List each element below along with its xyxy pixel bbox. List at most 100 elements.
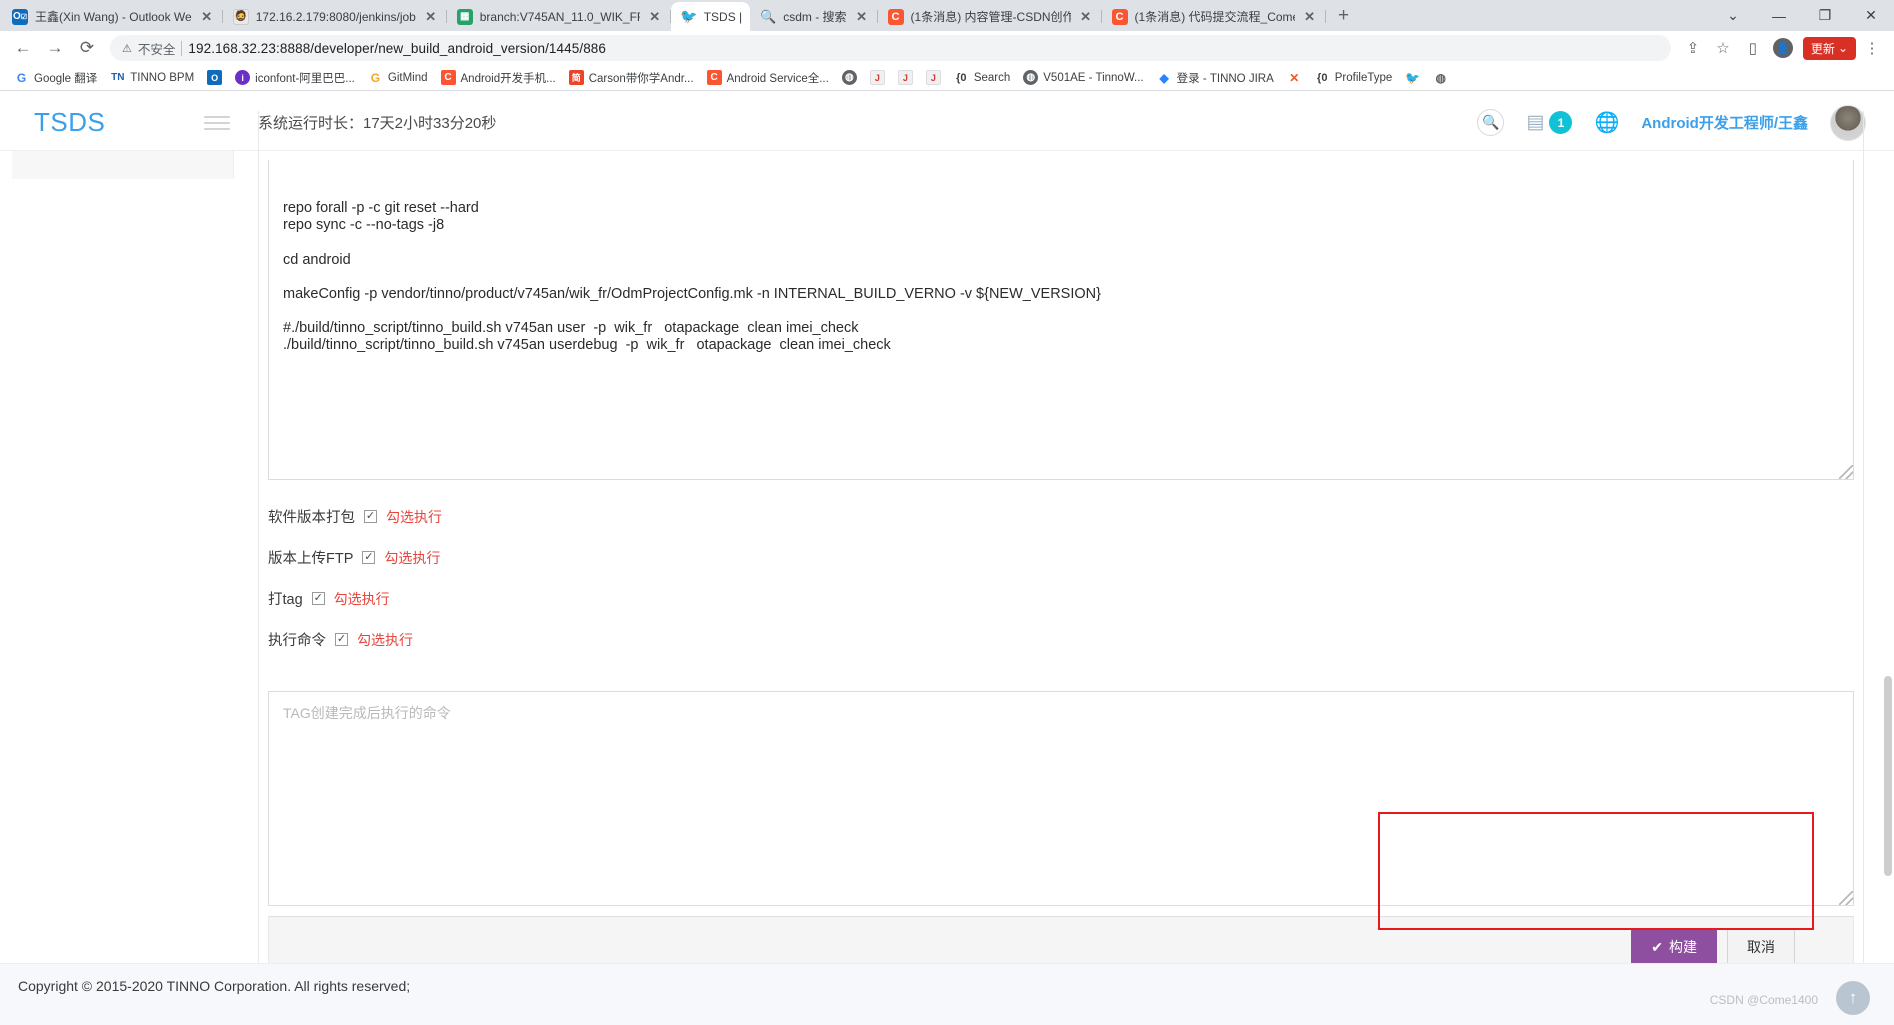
browser-tab-3-active[interactable]: 🐦 TSDS | [670, 2, 751, 31]
close-icon[interactable]: ✕ [854, 9, 870, 25]
jenkins-icon: 🧔 [232, 8, 249, 25]
tab-title: (1条消息) 内容管理-CSDN创作 [910, 10, 1071, 24]
avatar[interactable] [1830, 104, 1866, 141]
search-icon: 🔍 [760, 8, 777, 24]
user-name-label[interactable]: Android开发工程师/王鑫 [1641, 112, 1808, 133]
bookmark-item[interactable]: G GitMind [362, 68, 434, 87]
close-icon[interactable]: ✕ [1078, 9, 1094, 25]
bookmark-item[interactable]: {0 ProfileType [1309, 68, 1399, 87]
tab-list-icon[interactable]: ⌄ [1710, 0, 1756, 31]
build-option-checkbox[interactable]: ✓ [362, 551, 376, 564]
build-script-textarea[interactable]: repo forall -p -c git reset --hard repo … [268, 160, 1854, 480]
share-icon[interactable]: ⇪ [1679, 34, 1707, 62]
build-button-label: 构建 [1669, 939, 1697, 955]
close-window-button[interactable]: ✕ [1848, 0, 1894, 31]
arrow-up-icon[interactable]: ↑ [1836, 981, 1870, 1015]
browser-tab-0[interactable]: O ☑ 王鑫(Xin Wang) - Outlook We ✕ [2, 2, 223, 31]
build-button[interactable]: ✔ 构建 [1631, 928, 1717, 966]
forward-icon[interactable]: → [40, 33, 70, 63]
browser-tab-2[interactable]: ▦ branch:V745AN_11.0_WIK_FR ✕ [447, 2, 671, 31]
notifications-group[interactable]: ▤ 1 [1526, 111, 1573, 134]
build-option-label: 软件版本打包 [268, 510, 355, 526]
kebab-menu-icon[interactable]: ⋮ [1858, 34, 1886, 62]
star-icon[interactable]: ☆ [1709, 34, 1737, 62]
bookmark-item[interactable]: ◍ [836, 68, 863, 87]
browser-tab-6[interactable]: C (1条消息) 代码提交流程_Come ✕ [1102, 2, 1326, 31]
search-icon[interactable]: 🔍 [1477, 109, 1505, 136]
build-option-checkbox[interactable]: ✓ [311, 592, 325, 605]
bookmark-item[interactable]: ✕ [1281, 68, 1308, 87]
calendar-icon[interactable]: ▤ [1526, 111, 1544, 134]
minimize-button[interactable]: — [1756, 0, 1802, 31]
bookmark-item[interactable]: ◆ 登录 - TINNO JIRA [1151, 68, 1280, 88]
sourcegraph-icon: {0 [953, 70, 969, 85]
tab-title: csdm - 搜索 [783, 10, 847, 24]
bookmark-item[interactable]: TN TINNO BPM [104, 68, 200, 87]
page-footer: Copyright © 2015-2020 TINNO Corporation.… [0, 963, 1894, 1025]
globe-icon: ◍ [1023, 70, 1039, 85]
bookmark-item[interactable]: {0 Search [948, 68, 1016, 87]
globe-icon[interactable]: 🌐 [1594, 110, 1619, 135]
resize-handle[interactable] [1839, 891, 1853, 905]
reload-icon[interactable]: ⟳ [72, 33, 102, 63]
browser-tab-1[interactable]: 🧔 172.16.2.179:8080/jenkins/job ✕ [223, 2, 447, 31]
browser-tab-4[interactable]: 🔍 csdm - 搜索 ✕ [750, 2, 878, 31]
resize-handle[interactable] [1839, 465, 1853, 479]
scrollbar-track[interactable] [1882, 246, 1894, 1025]
bookmark-item[interactable]: J [920, 68, 947, 87]
bookmark-item[interactable]: G Google 翻译 [8, 68, 103, 88]
bookmark-label: Google 翻译 [34, 72, 98, 85]
twitter-icon: 🐦 [680, 8, 697, 25]
command-placeholder: TAG创建完成后执行的命令 [283, 705, 451, 721]
sidebar-panel [12, 151, 234, 179]
bookmark-item[interactable]: i iconfont-阿里巴巴... [229, 68, 361, 88]
close-icon[interactable]: ✕ [1302, 9, 1318, 25]
browser-window: O ☑ 王鑫(Xin Wang) - Outlook We ✕ 🧔 172.16.… [0, 0, 1894, 1025]
maximize-button[interactable]: ❐ [1802, 0, 1848, 31]
bookmark-item[interactable]: C Android开发手机... [435, 68, 562, 88]
side-panel-icon[interactable]: ▯ [1739, 34, 1767, 62]
bookmark-item[interactable]: ◍ V501AE - TinnoW... [1017, 68, 1149, 87]
bookmark-item[interactable]: 简 Carson带你学Andr... [563, 68, 700, 88]
twitter-icon: 🐦 [1405, 70, 1421, 85]
close-icon[interactable]: ✕ [647, 9, 663, 25]
bookmark-item[interactable]: J [864, 68, 891, 87]
toolbar-right: ⇪ ☆ ▯ 👤 更新 ⌄ ⋮ [1679, 34, 1886, 62]
iconfont-icon: i [235, 70, 251, 85]
address-bar[interactable]: ⚠ 不安全 192.168.32.23:8888/developer/new_b… [110, 35, 1671, 61]
gitmind-icon: G [367, 70, 383, 85]
tab-strip: O ☑ 王鑫(Xin Wang) - Outlook We ✕ 🧔 172.16.… [0, 0, 1894, 31]
bookmark-item[interactable]: 🐦 [1399, 68, 1426, 87]
bookmark-item[interactable]: ◍ [1427, 68, 1454, 87]
scrollbar-thumb[interactable] [1884, 676, 1892, 876]
hamburger-menu-icon[interactable] [204, 115, 230, 130]
bookmark-item[interactable]: O [201, 68, 228, 87]
jenkins-icon: J [897, 70, 913, 85]
tab-title: TSDS | [703, 9, 743, 24]
bookmark-label: Search [973, 71, 1011, 84]
build-option-label: 执行命令 [268, 633, 326, 649]
build-option-hint: 勾选执行 [357, 631, 413, 648]
bookmark-item[interactable]: C Android Service全... [701, 68, 835, 88]
tinno-bpm-icon: TN [110, 70, 126, 85]
chevron-down-icon: ⌄ [1837, 41, 1848, 55]
tab-title: branch:V745AN_11.0_WIK_FR [479, 9, 640, 24]
bookmark-label: 登录 - TINNO JIRA [1176, 72, 1274, 85]
cancel-button[interactable]: 取消 [1727, 928, 1795, 966]
build-option-checkbox[interactable]: ✓ [335, 633, 348, 646]
close-icon[interactable]: ✕ [423, 9, 439, 25]
browser-tab-5[interactable]: C (1条消息) 内容管理-CSDN创作 ✕ [878, 2, 1102, 31]
build-option-checkbox[interactable]: ✓ [364, 510, 377, 523]
new-tab-button[interactable]: + [1330, 2, 1358, 30]
back-icon[interactable]: ← [8, 33, 38, 63]
build-option-label: 版本上传FTP [268, 551, 354, 567]
close-icon[interactable]: ✕ [199, 9, 215, 25]
bookmark-item[interactable]: J [892, 68, 919, 87]
build-option-label: 打tag [268, 592, 303, 608]
profile-icon[interactable]: 👤 [1769, 34, 1797, 62]
check-icon: ✔ [1651, 938, 1663, 955]
update-button[interactable]: 更新 ⌄ [1802, 36, 1856, 60]
post-tag-command-textarea[interactable]: TAG创建完成后执行的命令 [268, 691, 1854, 906]
app-logo[interactable]: TSDS [34, 107, 204, 138]
system-uptime-label: 系统运行时长：17天2小时33分20秒 [258, 115, 497, 132]
